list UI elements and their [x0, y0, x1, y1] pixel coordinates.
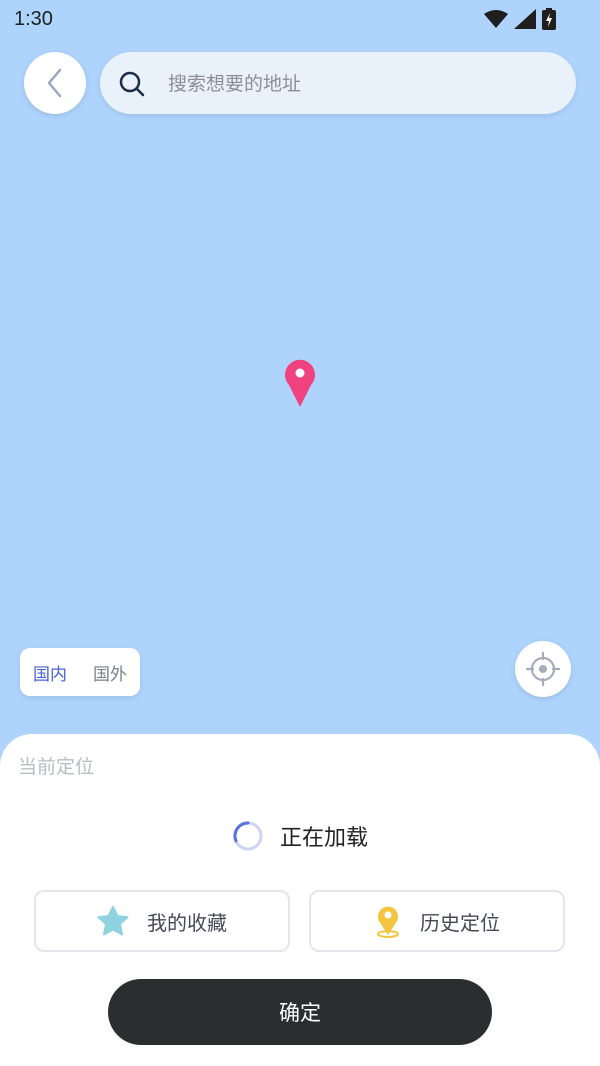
- search-icon: [119, 71, 145, 97]
- chevron-left-icon: [47, 68, 62, 98]
- star-icon: [97, 906, 129, 936]
- bottom-sheet: 当前定位 正在加载 我的收藏 历史定位 确定: [0, 734, 600, 1066]
- wifi-icon: [484, 10, 508, 28]
- locate-button[interactable]: [515, 641, 571, 697]
- loading-text: 正在加载: [279, 826, 368, 851]
- status-bar: 1:30: [0, 0, 600, 40]
- search-bar[interactable]: [100, 52, 576, 114]
- favorites-label: 我的收藏: [147, 910, 227, 935]
- spinner-icon: [233, 821, 263, 851]
- region-domestic-tab[interactable]: 国内: [33, 660, 67, 685]
- map-pin-icon: [285, 359, 315, 407]
- location-pin-icon: [377, 906, 399, 938]
- status-icons: [484, 8, 556, 30]
- crosshair-icon: [526, 652, 560, 686]
- history-label: 历史定位: [420, 910, 500, 935]
- loading-indicator: 正在加载: [0, 816, 600, 856]
- status-time: 1:30: [14, 8, 53, 30]
- region-overseas-tab[interactable]: 国外: [93, 660, 127, 685]
- history-button[interactable]: 历史定位: [309, 890, 565, 952]
- favorites-button[interactable]: 我的收藏: [34, 890, 290, 952]
- confirm-button[interactable]: 确定: [108, 979, 492, 1045]
- back-button[interactable]: [24, 52, 86, 114]
- current-location-title: 当前定位: [18, 756, 95, 778]
- battery-icon: [542, 8, 556, 30]
- search-input[interactable]: [166, 66, 550, 102]
- region-toggle: 国内 国外: [20, 648, 140, 696]
- signal-icon: [514, 9, 536, 29]
